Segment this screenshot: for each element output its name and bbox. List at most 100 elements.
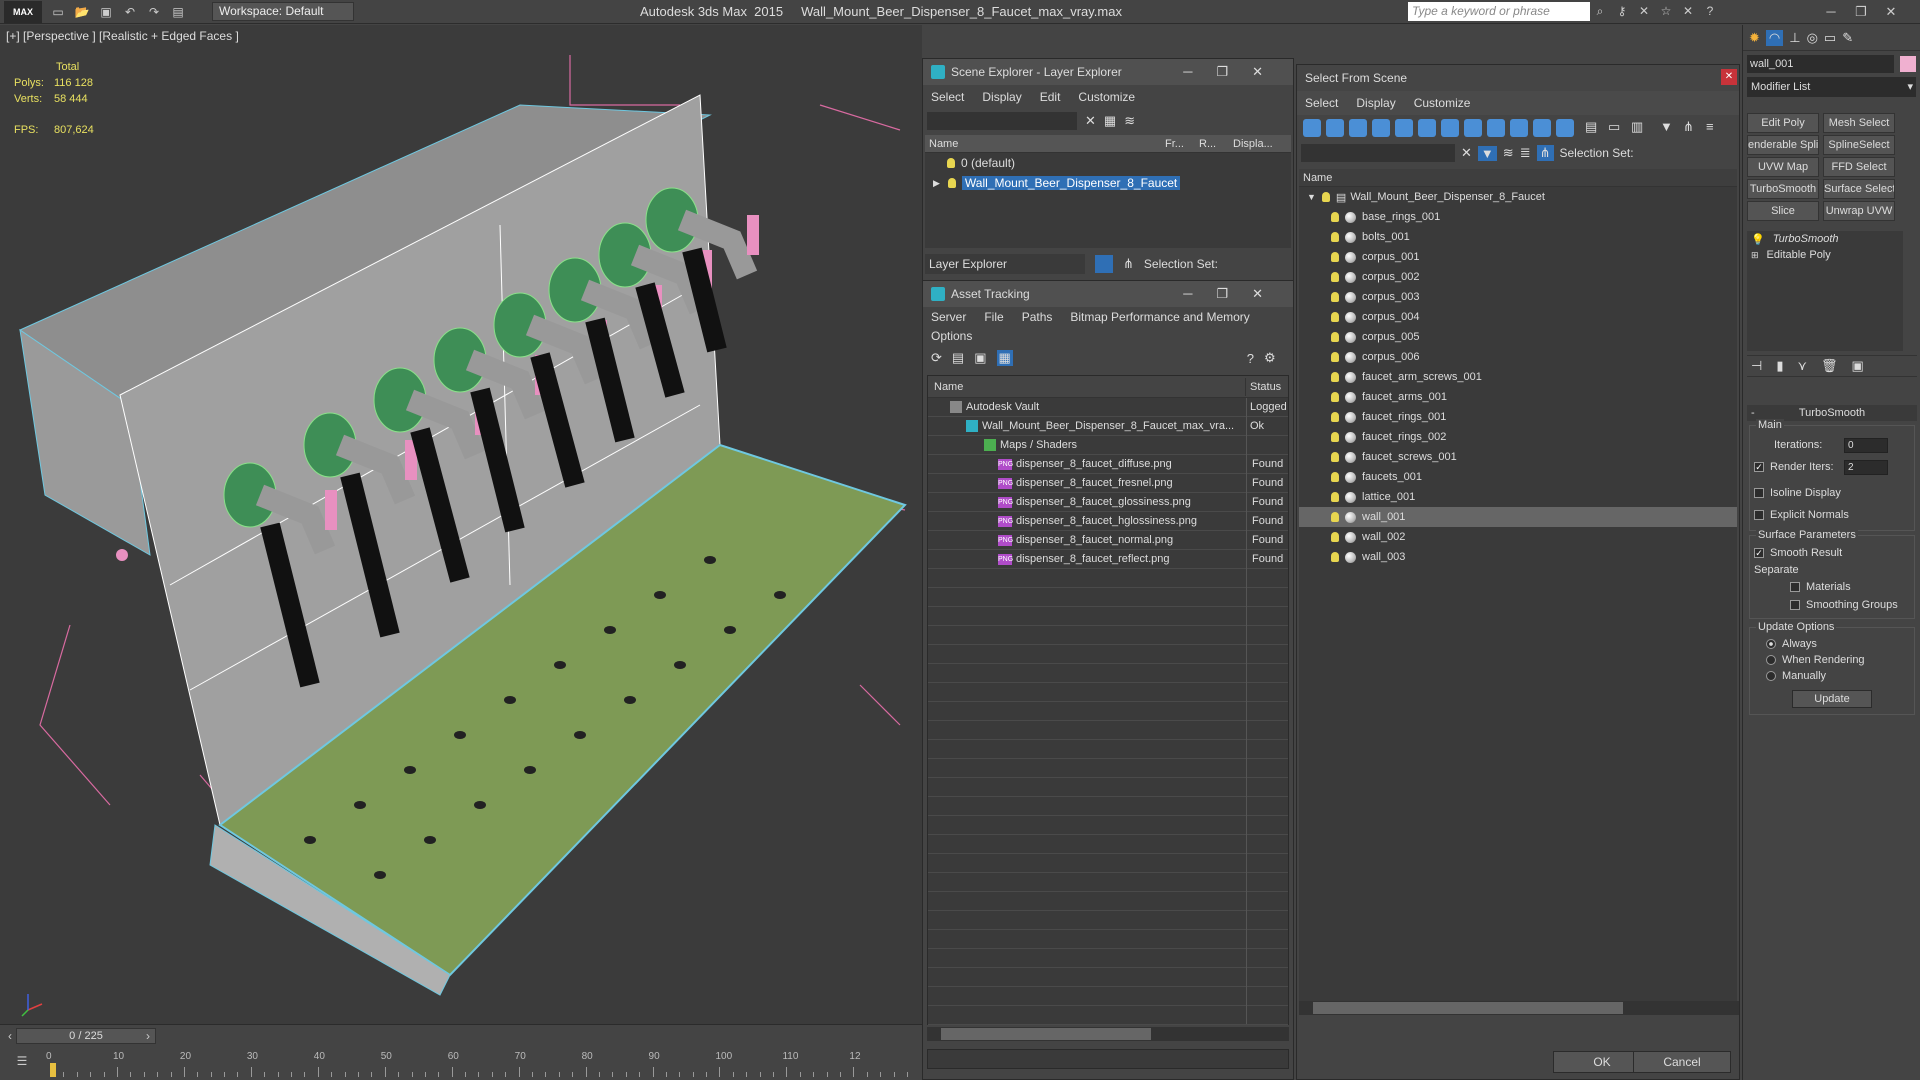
menu-display[interactable]: Display: [982, 90, 1021, 104]
hierarchy-tab-icon[interactable]: ⊥: [1789, 30, 1800, 46]
object-color-swatch[interactable]: [1900, 56, 1916, 72]
renderable-spline-button[interactable]: enderable Splin: [1747, 135, 1819, 155]
cancel-button[interactable]: Cancel: [1633, 1051, 1731, 1073]
object-row[interactable]: faucet_rings_002: [1299, 427, 1737, 447]
key-icon[interactable]: ⚷: [1614, 3, 1630, 19]
table-view-icon[interactable]: ▦: [996, 350, 1013, 366]
menu-bitmap-performance[interactable]: Bitmap Performance and Memory: [1070, 310, 1249, 324]
asset-path-field[interactable]: [927, 1049, 1289, 1069]
smoothing-groups-row[interactable]: Smoothing Groups: [1754, 596, 1910, 614]
layer-explorer-titlebar[interactable]: Scene Explorer - Layer Explorer ─❐✕: [923, 59, 1293, 85]
configure-sets-icon[interactable]: ▣: [1852, 358, 1864, 374]
menu-edit[interactable]: Edit: [1040, 90, 1061, 104]
object-row[interactable]: faucet_screws_001: [1299, 447, 1737, 467]
select-all-icon[interactable]: ▤: [1585, 119, 1603, 137]
stack-item[interactable]: 💡 TurboSmooth: [1747, 231, 1903, 247]
manually-radio[interactable]: [1766, 671, 1776, 682]
undo-icon[interactable]: ↶: [122, 4, 138, 20]
light-filter-icon[interactable]: [1349, 119, 1367, 137]
object-row[interactable]: wall_001: [1299, 507, 1737, 527]
hierarchy-mode-icon[interactable]: ⋔: [1536, 145, 1554, 161]
lightbulb-icon[interactable]: [1321, 192, 1330, 202]
layer-row[interactable]: ▶ Wall_Mount_Beer_Dispenser_8_Faucet: [925, 173, 1291, 193]
asset-row[interactable]: PNG dispenser_8_faucet_glossiness.png Foun…: [928, 493, 1288, 512]
open-file-icon[interactable]: 📂: [74, 4, 90, 20]
lightbulb-icon[interactable]: [1331, 532, 1339, 542]
expand-icon[interactable]: ⊞: [1751, 250, 1759, 261]
menu-display[interactable]: Display: [1356, 96, 1395, 110]
select-none-icon[interactable]: ▭: [1608, 119, 1626, 137]
layer-mode-icon[interactable]: [1095, 255, 1113, 273]
render-iters-checkbox[interactable]: ✓: [1754, 462, 1764, 473]
object-row[interactable]: lattice_001: [1299, 487, 1737, 507]
materials-checkbox[interactable]: [1790, 582, 1800, 593]
isoline-checkbox[interactable]: [1754, 488, 1764, 499]
asset-row[interactable]: Wall_Mount_Beer_Dispenser_8_Faucet_max_v…: [928, 417, 1288, 436]
lightbulb-icon[interactable]: [1331, 472, 1339, 482]
spline-select-button[interactable]: SplineSelect: [1823, 135, 1895, 155]
time-slider[interactable]: 0 / 225: [16, 1028, 156, 1044]
always-row[interactable]: Always: [1754, 636, 1910, 652]
track-bar[interactable]: 0 10 20 30 40 50 60 70 80 90 100 110 12: [46, 1051, 920, 1077]
lightbulb-icon[interactable]: [1331, 232, 1339, 242]
render-iters-spinner[interactable]: 2: [1844, 459, 1888, 475]
lightbulb-icon[interactable]: [1331, 272, 1339, 282]
col-status[interactable]: Status: [1246, 378, 1281, 396]
asset-row[interactable]: PNG dispenser_8_faucet_diffuse.png Found: [928, 455, 1288, 474]
stack-item[interactable]: ⊞ Editable Poly: [1747, 247, 1903, 263]
object-name-field[interactable]: wall_001: [1747, 55, 1894, 73]
list-view-icon[interactable]: ▤: [952, 350, 964, 366]
object-row[interactable]: corpus_006: [1299, 347, 1737, 367]
asset-tracking-titlebar[interactable]: Asset Tracking ─❐✕: [923, 281, 1293, 307]
asset-row[interactable]: Maps / Shaders: [928, 436, 1288, 455]
next-frame-icon[interactable]: ›: [140, 1028, 156, 1044]
object-row[interactable]: corpus_003: [1299, 287, 1737, 307]
object-row[interactable]: corpus_001: [1299, 247, 1737, 267]
funnel-icon[interactable]: ▼: [1660, 119, 1678, 137]
lightbulb-icon[interactable]: [1331, 352, 1339, 362]
clear-search-icon[interactable]: ✕: [1461, 145, 1472, 161]
lightbulb-icon[interactable]: [947, 158, 955, 168]
asset-row[interactable]: PNG dispenser_8_faucet_hglossiness.png Fou…: [928, 512, 1288, 531]
smooth-result-row[interactable]: ✓ Smooth Result: [1754, 544, 1910, 562]
object-row[interactable]: faucets_001: [1299, 467, 1737, 487]
binoculars-icon[interactable]: ⌕: [1592, 3, 1608, 19]
layer-row[interactable]: 0 (default): [925, 153, 1291, 173]
modifier-list-dropdown[interactable]: Modifier List ▾: [1747, 77, 1916, 97]
root-object-row[interactable]: ▼ ▤ Wall_Mount_Beer_Dispenser_8_Faucet: [1299, 187, 1737, 207]
smoothing-groups-checkbox[interactable]: [1790, 600, 1800, 611]
perspective-viewport[interactable]: [+] [Perspective ] [Realistic + Edged Fa…: [0, 25, 922, 1025]
new-file-icon[interactable]: ▭: [50, 4, 66, 20]
settings-icon[interactable]: ⚙: [1264, 350, 1276, 366]
lightbulb-icon[interactable]: [1331, 432, 1339, 442]
minimize-icon[interactable]: ─: [1816, 2, 1846, 22]
scroll-thumb[interactable]: [941, 1028, 1151, 1040]
spacewarp-filter-icon[interactable]: [1418, 119, 1436, 137]
layers-icon[interactable]: ≋: [1503, 145, 1514, 161]
menu-server[interactable]: Server: [931, 310, 966, 324]
col-name[interactable]: Name: [1299, 169, 1737, 187]
container-filter-icon[interactable]: [1510, 119, 1528, 137]
horizontal-scrollbar[interactable]: [1299, 1001, 1739, 1015]
ffd-select-button[interactable]: FFD Select: [1823, 157, 1895, 177]
object-row[interactable]: bolts_001: [1299, 227, 1737, 247]
explorer-type-dropdown[interactable]: Layer Explorer: [925, 254, 1085, 274]
isoline-row[interactable]: Isoline Display: [1754, 482, 1910, 504]
col-render[interactable]: R...: [1199, 135, 1233, 153]
lightbulb-icon[interactable]: [1331, 552, 1339, 562]
lightbulb-icon[interactable]: [947, 178, 956, 188]
explicit-normals-checkbox[interactable]: [1754, 510, 1764, 521]
search-input[interactable]: Type a keyword or phrase: [1408, 2, 1590, 21]
utilities-tab-icon[interactable]: ✎: [1842, 30, 1853, 46]
hidden-filter-icon[interactable]: [1556, 119, 1574, 137]
refresh-icon[interactable]: ⟳: [931, 350, 942, 366]
group-filter-icon[interactable]: [1441, 119, 1459, 137]
redo-icon[interactable]: ↷: [146, 4, 162, 20]
lightbulb-icon[interactable]: [1331, 252, 1339, 262]
lightbulb-icon[interactable]: [1331, 212, 1339, 222]
edit-poly-button[interactable]: Edit Poly: [1747, 113, 1819, 133]
help-icon[interactable]: ?: [1702, 3, 1718, 19]
project-folder-icon[interactable]: ▤: [170, 4, 186, 20]
horizontal-scrollbar[interactable]: [927, 1027, 1289, 1041]
star-icon[interactable]: ☆: [1658, 3, 1674, 19]
